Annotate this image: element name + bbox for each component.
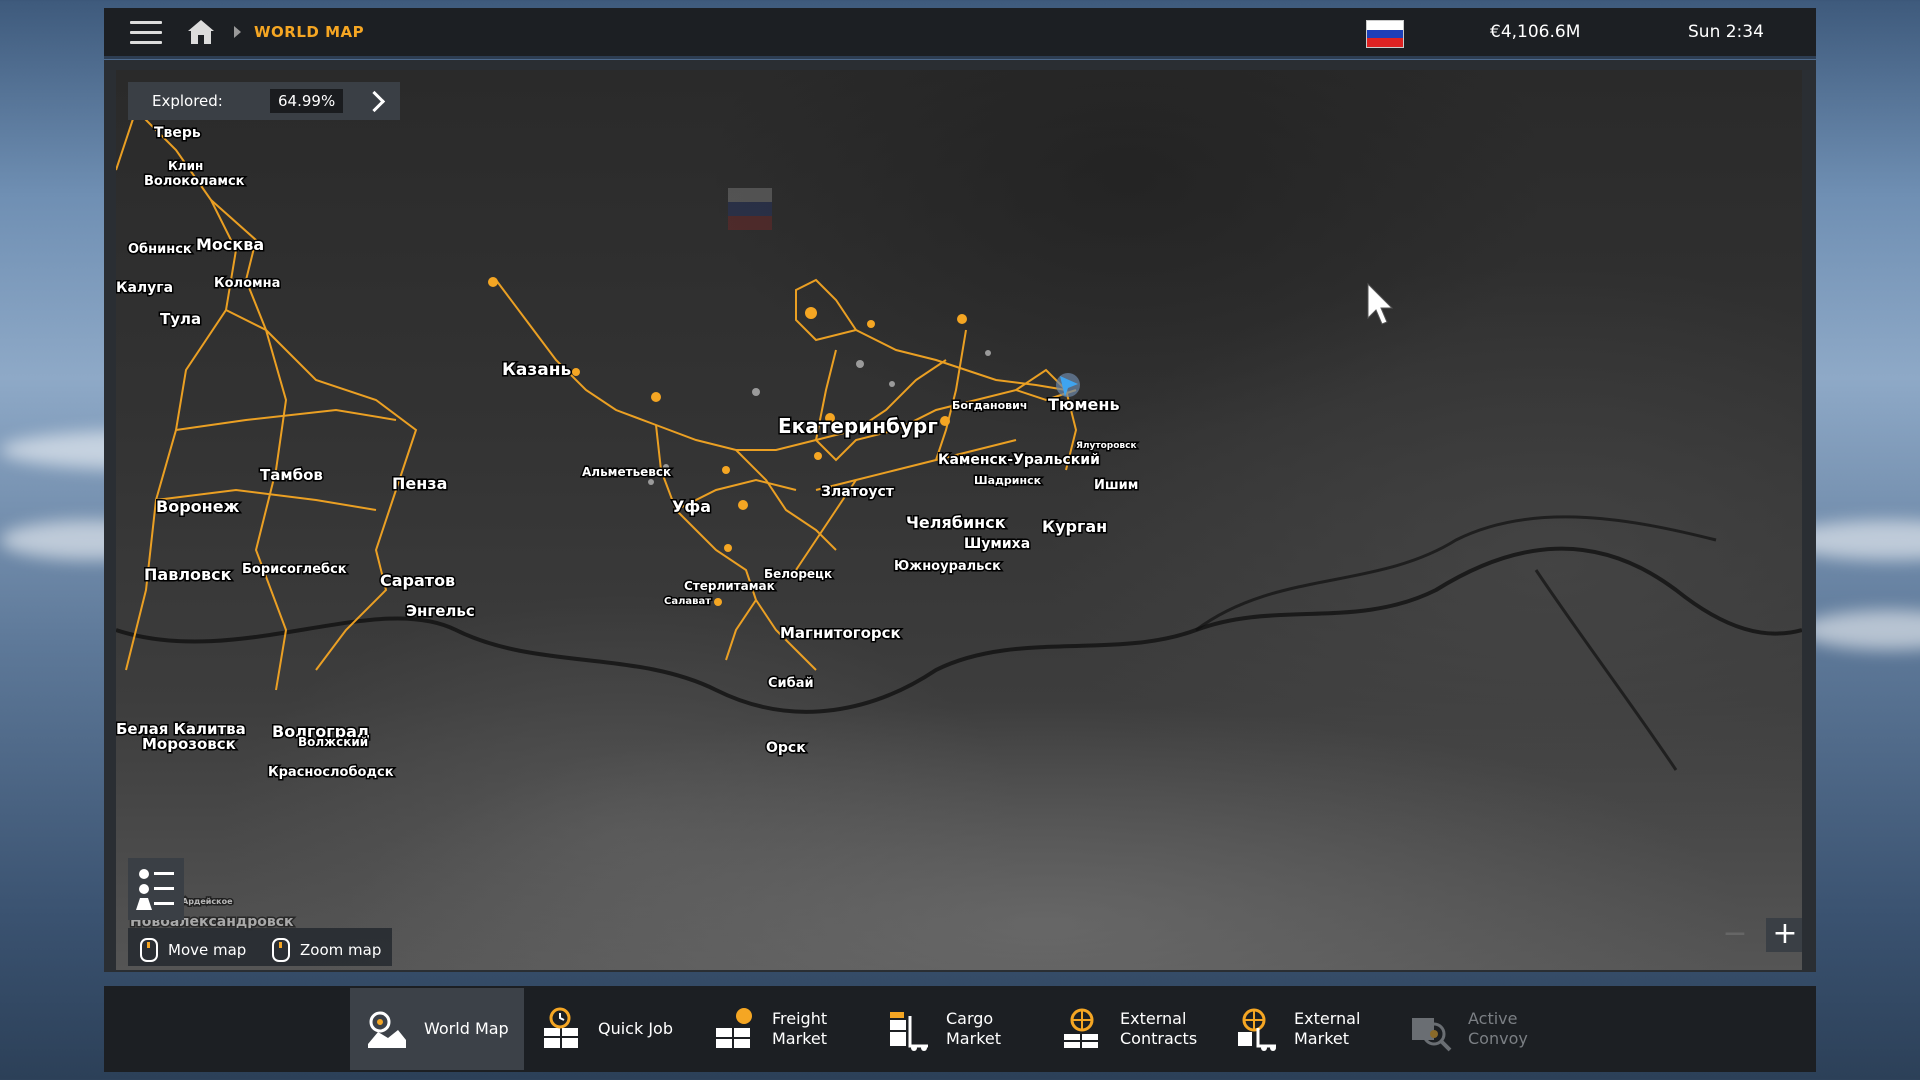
city-label: Казань	[502, 360, 571, 380]
city-label: Екатеринбург	[778, 414, 938, 438]
city-label: Клин	[168, 159, 203, 173]
external-contracts-icon	[1064, 1008, 1098, 1048]
city-label: Воронеж	[156, 497, 240, 516]
city-label: Шадринск	[974, 474, 1042, 487]
city-label: Сибай	[768, 676, 814, 691]
city-label: Краснослободск	[268, 765, 394, 780]
city-label: Волоколамск	[144, 174, 245, 189]
map-panel: Тверь Клин Волоколамск Обнинск Москва Ка…	[104, 60, 1816, 972]
tab-freight-market[interactable]: Freight Market	[698, 988, 872, 1070]
tab-cargo-market[interactable]: Cargo Market	[872, 988, 1046, 1070]
bottom-nav-bar: World Map Quick Job Freight Market Cargo M…	[104, 986, 1816, 1072]
tab-label: Active Convoy	[1468, 1009, 1528, 1048]
city-label: Павловск	[144, 565, 232, 584]
move-map-label: Move map	[168, 941, 247, 959]
mouse-left-icon	[140, 938, 158, 962]
home-icon[interactable]	[186, 18, 216, 46]
external-market-icon	[1238, 1008, 1276, 1051]
cargo-market-icon	[890, 1012, 928, 1051]
world-map[interactable]: Тверь Клин Волоколамск Обнинск Москва Ка…	[116, 70, 1802, 970]
city-label: Обнинск	[128, 242, 192, 257]
zoom-map-hint: Zoom map	[272, 938, 381, 962]
city-label: Тверь	[154, 125, 201, 141]
map-canvas[interactable]: Тверь Клин Волоколамск Обнинск Москва Ка…	[116, 70, 1802, 970]
city-label: Каменск-Уральский	[938, 452, 1100, 468]
tab-external-contracts[interactable]: External Contracts	[1046, 988, 1220, 1070]
tab-external-market[interactable]: External Market	[1220, 988, 1394, 1070]
city-label: Тула	[160, 310, 201, 328]
tab-active-convoy[interactable]: Active Convoy	[1394, 988, 1568, 1070]
player-truck-icon	[1056, 373, 1080, 397]
tab-world-map[interactable]: World Map	[350, 988, 524, 1070]
world-map-icon	[368, 1011, 406, 1048]
city-label: Магнитогорск	[780, 624, 901, 642]
chevron-right-icon[interactable]	[364, 90, 386, 112]
city-label: Москва	[196, 235, 264, 254]
active-convoy-icon	[1412, 1018, 1452, 1052]
mouse-wheel-icon	[272, 938, 290, 962]
breadcrumb[interactable]: WORLD MAP	[254, 23, 364, 41]
tab-label: External Contracts	[1120, 1009, 1198, 1048]
city-label: Тюмень	[1048, 395, 1120, 414]
city-label: Саратов	[380, 571, 455, 590]
map-legend-button[interactable]	[128, 858, 184, 920]
city-label: Тамбов	[260, 466, 323, 484]
tab-label: Cargo Market	[946, 1009, 1001, 1048]
city-label: Орск	[766, 740, 806, 756]
city-label: Стерлитамак	[684, 579, 775, 593]
city-label: Челябинск	[906, 513, 1006, 532]
city-label: Курган	[1042, 517, 1107, 536]
top-bar: WORLD MAP €4,106.6M Sun 2:34	[104, 8, 1816, 59]
city-label: Белорецк	[764, 567, 832, 581]
tab-quick-job[interactable]: Quick Job	[524, 988, 698, 1070]
city-label: Уфа	[672, 497, 711, 516]
breadcrumb-separator-icon	[234, 26, 241, 38]
background-streak	[1800, 610, 1920, 650]
city-label: Шумиха	[964, 536, 1030, 552]
city-label: Златоуст	[821, 484, 895, 500]
city-label: Ялуторовск	[1076, 441, 1137, 451]
city-label: Коломна	[214, 276, 280, 291]
city-label: Морозовск	[142, 735, 236, 753]
tab-label: Quick Job	[598, 1019, 673, 1038]
city-label: Ардейское	[182, 897, 233, 906]
explored-value: 64.99%	[270, 89, 344, 113]
city-label: Борисоглебск	[242, 562, 347, 577]
city-label: Волжский	[298, 735, 368, 749]
explored-panel: Explored: 64.99%	[128, 82, 400, 120]
city-label: Южноуральск	[894, 559, 1001, 574]
game-clock: Sun 2:34	[1688, 22, 1764, 42]
zoom-out-button[interactable]: −	[1718, 918, 1752, 952]
city-label: Салават	[664, 596, 711, 607]
map-controls-hint: Move map Zoom map	[128, 928, 392, 966]
city-label: Энгельс	[406, 602, 475, 620]
city-label: Богданович	[952, 399, 1027, 412]
tab-label: World Map	[424, 1019, 509, 1038]
city-label: Калуга	[116, 280, 173, 296]
city-label: Ишим	[1094, 478, 1138, 493]
zoom-in-button[interactable]: +	[1766, 918, 1802, 952]
freight-market-icon	[716, 1008, 752, 1048]
zoom-map-label: Zoom map	[300, 941, 382, 959]
city-label: Пенза	[392, 474, 447, 493]
explored-label: Explored:	[152, 92, 223, 110]
tab-label: External Market	[1294, 1009, 1361, 1048]
money-display: €4,106.6M	[1490, 22, 1581, 42]
country-flag-icon	[1366, 20, 1404, 48]
city-label: Альметьевск	[582, 465, 671, 479]
legend-list-icon	[136, 869, 174, 910]
move-map-hint: Move map	[140, 938, 246, 962]
menu-icon[interactable]	[130, 21, 162, 45]
tab-label: Freight Market	[772, 1009, 828, 1048]
quick-job-icon	[544, 1007, 578, 1048]
